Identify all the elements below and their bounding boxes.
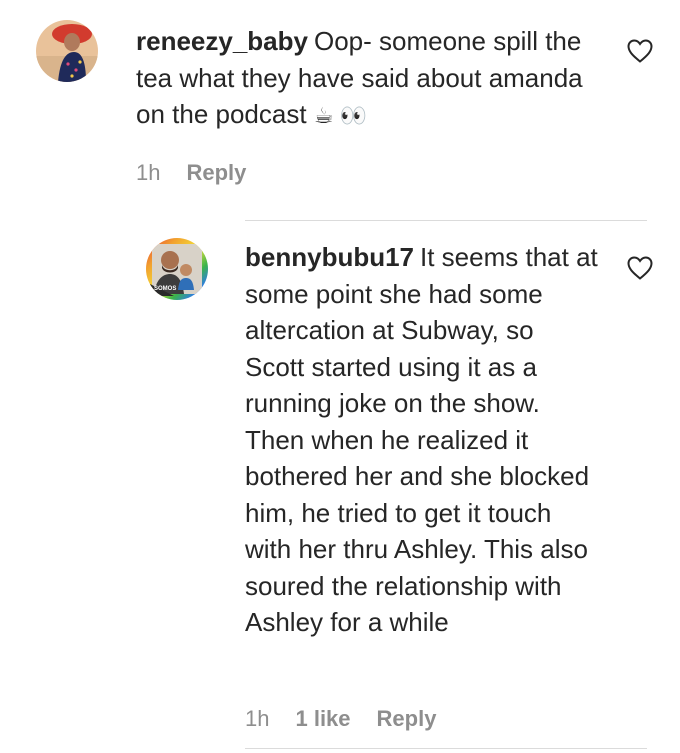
timestamp[interactable]: 1h xyxy=(136,160,160,186)
comment-reneezy-baby: reneezy_baby Oop- someone spill the tea w… xyxy=(0,0,680,200)
emoji: ☕ 👀 xyxy=(313,103,368,128)
comment-meta: 1h Reply xyxy=(136,160,246,186)
comment-body: It seems that at some point she had some… xyxy=(245,242,598,637)
likes-count[interactable]: 1 like xyxy=(295,706,350,732)
comment-meta: 1h 1 like Reply xyxy=(245,706,436,732)
thread-divider xyxy=(245,220,647,221)
comment-text: bennybubu17 It seems that at some point s… xyxy=(245,239,599,641)
comment-bennybubu17: SOMOS bennybubu17 It seems that at some p… xyxy=(0,225,680,753)
avatar-badge-text: SOMOS xyxy=(154,286,176,292)
username[interactable]: bennybubu17 xyxy=(245,242,414,272)
reply-button[interactable]: Reply xyxy=(186,160,246,186)
timestamp[interactable]: 1h xyxy=(245,706,269,732)
avatar[interactable]: SOMOS xyxy=(146,238,208,300)
heart-icon[interactable] xyxy=(626,38,654,64)
reply-button[interactable]: Reply xyxy=(377,706,437,732)
username[interactable]: reneezy_baby xyxy=(136,26,308,56)
heart-icon[interactable] xyxy=(626,255,654,281)
avatar-photo xyxy=(36,20,98,82)
bottom-divider xyxy=(245,748,647,749)
avatar[interactable] xyxy=(36,20,98,82)
avatar-photo: SOMOS xyxy=(146,238,208,300)
comment-text: reneezy_baby Oop- someone spill the tea w… xyxy=(136,23,606,135)
